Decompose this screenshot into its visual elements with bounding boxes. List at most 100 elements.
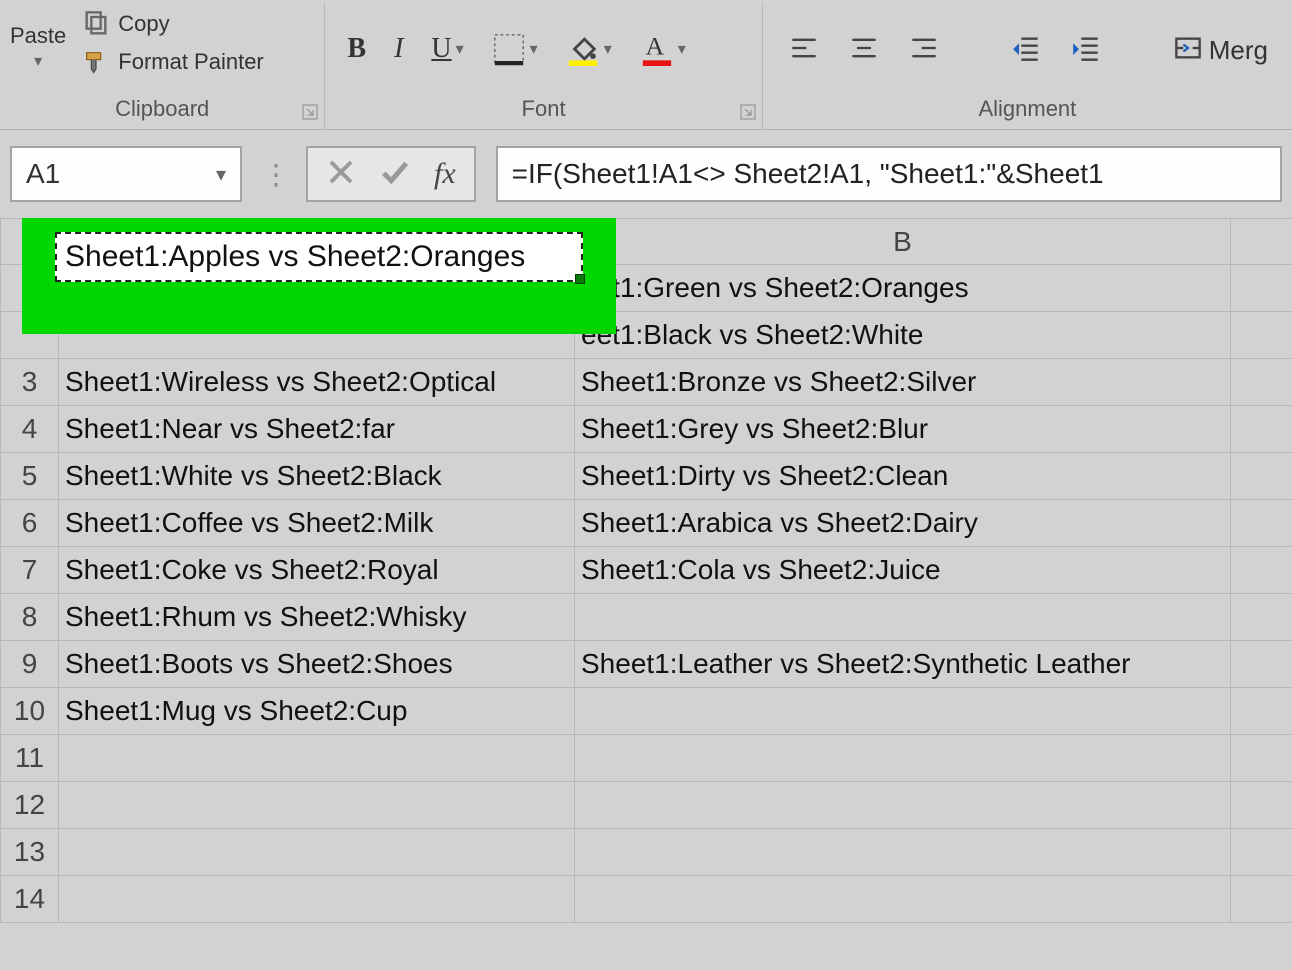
cell[interactable] (59, 829, 575, 876)
cell[interactable]: Sheet1:Cola vs Sheet2:Juice (575, 547, 1231, 594)
font-color-button[interactable]: A ▾ (640, 33, 686, 65)
table-row: 3Sheet1:Wireless vs Sheet2:OpticalSheet1… (1, 359, 1292, 406)
cell[interactable] (1231, 500, 1292, 547)
cell[interactable] (1231, 829, 1292, 876)
dialog-launcher-icon[interactable] (740, 104, 756, 120)
name-box[interactable]: A1 ▾ (10, 146, 242, 202)
table-row: 12 (1, 782, 1292, 829)
cell[interactable]: Sheet1:Wireless vs Sheet2:Optical (59, 359, 575, 406)
cell[interactable] (575, 876, 1231, 923)
formula-bar-row: A1 ▾ ⋮ fx =IF(Sheet1!A1<> Sheet2!A1, "Sh… (0, 130, 1292, 218)
cell[interactable] (1231, 312, 1292, 359)
selected-cell[interactable]: Sheet1:Apples vs Sheet2:Oranges (55, 232, 583, 282)
cell[interactable]: eet1:Black vs Sheet2:White (575, 312, 1231, 359)
fill-handle[interactable] (575, 274, 585, 284)
row-header[interactable]: 7 (1, 547, 59, 594)
cell[interactable] (1231, 594, 1292, 641)
cell[interactable] (59, 735, 575, 782)
cell[interactable]: Sheet1:Boots vs Sheet2:Shoes (59, 641, 575, 688)
cell[interactable] (575, 782, 1231, 829)
row-header[interactable]: 9 (1, 641, 59, 688)
table-row: 4Sheet1:Near vs Sheet2:farSheet1:Grey vs… (1, 406, 1292, 453)
borders-button[interactable]: ▾ (492, 33, 538, 65)
dialog-launcher-icon[interactable] (302, 104, 318, 120)
row-header[interactable]: 3 (1, 359, 59, 406)
table-row: 13 (1, 829, 1292, 876)
cell[interactable]: Sheet1:Dirty vs Sheet2:Clean (575, 453, 1231, 500)
fill-color-button[interactable]: ▾ (566, 33, 612, 65)
row-header[interactable]: 13 (1, 829, 59, 876)
formula-input[interactable]: =IF(Sheet1!A1<> Sheet2!A1, "Sheet1:"&She… (496, 146, 1282, 202)
cell[interactable]: Sheet1:Arabica vs Sheet2:Dairy (575, 500, 1231, 547)
cell[interactable]: Sheet1:Coke vs Sheet2:Royal (59, 547, 575, 594)
cell[interactable] (1231, 688, 1292, 735)
chevron-down-icon: ▾ (530, 39, 538, 59)
row-header[interactable]: 12 (1, 782, 59, 829)
row-header[interactable]: 4 (1, 406, 59, 453)
cell[interactable] (575, 594, 1231, 641)
copy-label: Copy (118, 11, 169, 37)
column-header-b[interactable]: B (575, 219, 1231, 265)
ribbon-group-label-alignment: Alignment (773, 92, 1282, 130)
cell[interactable]: Sheet1:Bronze vs Sheet2:Silver (575, 359, 1231, 406)
cell[interactable] (59, 782, 575, 829)
borders-icon (492, 33, 526, 65)
cell[interactable]: eet1:Green vs Sheet2:Oranges (575, 265, 1231, 312)
cell[interactable] (1231, 641, 1292, 688)
format-painter-button[interactable]: Format Painter (82, 49, 264, 75)
row-header[interactable]: 6 (1, 500, 59, 547)
paste-button[interactable]: Paste ▾ (10, 23, 74, 71)
cell[interactable]: Sheet1:Leather vs Sheet2:Synthetic Leath… (575, 641, 1231, 688)
copy-button[interactable]: Copy (82, 11, 264, 37)
cell[interactable]: Sheet1:Coffee vs Sheet2:Milk (59, 500, 575, 547)
ribbon-group-font: B I U ▾ ▾ ▾ A ▾ (325, 2, 762, 130)
merge-button[interactable]: Merg (1171, 34, 1268, 67)
row-header[interactable]: 14 (1, 876, 59, 923)
row-header[interactable]: 8 (1, 594, 59, 641)
bold-button[interactable]: B (347, 33, 366, 65)
insert-function-button[interactable]: fx (434, 157, 456, 191)
cell[interactable]: Sheet1:Grey vs Sheet2:Blur (575, 406, 1231, 453)
underline-button[interactable]: U (431, 33, 451, 65)
cell[interactable] (1231, 453, 1292, 500)
cell[interactable] (1231, 265, 1292, 312)
row-header[interactable]: 11 (1, 735, 59, 782)
cancel-button[interactable] (326, 157, 356, 192)
cell[interactable]: Sheet1:White vs Sheet2:Black (59, 453, 575, 500)
format-painter-label: Format Painter (118, 49, 264, 75)
row-header[interactable]: 5 (1, 453, 59, 500)
cell[interactable] (59, 876, 575, 923)
align-right-button[interactable] (907, 34, 941, 67)
cell[interactable]: Sheet1:Near vs Sheet2:far (59, 406, 575, 453)
cell[interactable] (575, 829, 1231, 876)
cell[interactable]: Sheet1:Rhum vs Sheet2:Whisky (59, 594, 575, 641)
copy-icon (82, 13, 110, 35)
cell[interactable]: Sheet1:Mug vs Sheet2:Cup (59, 688, 575, 735)
cell[interactable] (1231, 547, 1292, 594)
decrease-indent-button[interactable] (1009, 34, 1043, 67)
increase-indent-button[interactable] (1069, 34, 1103, 67)
chevron-down-icon[interactable]: ▾ (456, 39, 464, 59)
italic-button[interactable]: I (394, 33, 403, 65)
column-header-c[interactable] (1231, 219, 1292, 265)
ribbon-group-label-clipboard: Clipboard (10, 92, 314, 130)
ribbon-group-label-font: Font (335, 92, 751, 130)
chevron-down-icon: ▾ (34, 51, 42, 71)
cell[interactable] (1231, 876, 1292, 923)
enter-button[interactable] (380, 157, 410, 192)
cell[interactable] (1231, 782, 1292, 829)
ribbon-group-clipboard: Paste ▾ Copy Format Painter Clipboar (0, 2, 325, 130)
row-header[interactable]: 10 (1, 688, 59, 735)
cell[interactable] (1231, 359, 1292, 406)
table-row: 5Sheet1:White vs Sheet2:BlackSheet1:Dirt… (1, 453, 1292, 500)
selected-cell-value: Sheet1:Apples vs Sheet2:Oranges (65, 240, 525, 274)
cell[interactable] (575, 735, 1231, 782)
align-left-button[interactable] (787, 34, 821, 67)
formula-value: =IF(Sheet1!A1<> Sheet2!A1, "Sheet1:"&She… (512, 158, 1104, 190)
cell[interactable] (1231, 735, 1292, 782)
align-center-button[interactable] (847, 34, 881, 67)
grid-area: Sheet1:Apples vs Sheet2:Oranges B eet1:G… (0, 218, 1292, 923)
table-row: 14 (1, 876, 1292, 923)
cell[interactable] (575, 688, 1231, 735)
cell[interactable] (1231, 406, 1292, 453)
